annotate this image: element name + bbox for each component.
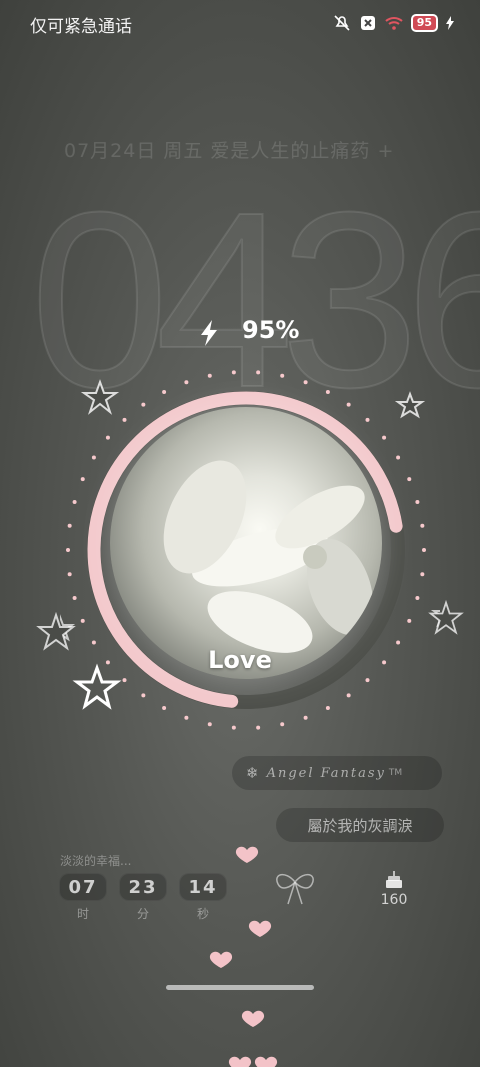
ring-dot [256,370,261,375]
ring-dot [420,572,425,577]
charging-icon [446,15,454,31]
ring-dot [207,722,212,727]
ring-dot [407,477,412,482]
heart-icon [254,1056,278,1067]
star-icon [80,379,120,415]
lyric-pill: 屬於我的灰調淚 [276,808,444,842]
status-icons: 95 [333,14,454,32]
floating-hearts [209,846,278,1067]
ring-dot [184,715,189,720]
ring-dot [365,417,370,422]
ring-dot [122,417,127,422]
ring-dot [80,618,85,623]
ring-dot [207,373,212,378]
ring-dot [66,548,70,552]
ring-dot [91,640,96,645]
wifi-icon [385,15,403,31]
ring-dot [72,499,77,504]
ring-dot [141,693,146,698]
flower-photo [110,407,382,679]
ring-dot [231,725,236,730]
ring-dot [122,678,127,683]
ring-dot [346,693,351,698]
ring-dot [325,706,330,711]
mute-icon [333,15,351,31]
charge-percent: 95% [242,316,300,344]
heart-icon [228,1056,252,1067]
tm-icon: TM [388,768,403,778]
battery-icon: 95 [410,14,438,32]
home-indicator[interactable] [166,985,314,990]
ring-dot [280,373,285,378]
ring-dot [80,477,85,482]
ring-dot [303,715,308,720]
heart-icon [235,846,259,863]
center-label: Love [208,646,272,674]
ring-dot [407,618,412,623]
ring-dot [67,572,72,577]
ring-dot [72,596,77,601]
ring-dot [396,640,401,645]
ring-dot [303,380,308,385]
angel-fantasy-badge: ❄ Angel Fantasy TM [232,756,442,790]
ring-dot [184,380,189,385]
angel-text: Angel Fantasy [266,765,386,781]
ring-dot [67,523,72,528]
heart-icon [209,951,233,968]
no-sim-icon [359,15,377,31]
ring-dot [422,548,426,552]
ring-dot [256,725,261,730]
ring-dot [420,523,425,528]
star-icon [428,600,464,635]
star-icon [394,391,426,419]
ring-dot [415,596,420,601]
ring-dot [396,455,401,460]
ring-dot [105,435,110,440]
carrier-status: 仅可紧急通话 [30,17,132,37]
ring-dot [141,402,146,407]
ring-dot [162,706,167,711]
ring-dot [162,389,167,394]
snowflake-icon: ❄ [246,764,259,782]
ring-dot [365,678,370,683]
ring-dot [91,455,96,460]
ring-dot [382,435,387,440]
ring-dot [280,722,285,727]
lightning-icon [196,318,224,348]
ring-dot [346,402,351,407]
ring-dot [325,389,330,394]
heart-icon [248,920,272,937]
heart-icon [241,1010,265,1027]
ring-dot [415,499,420,504]
ring-dot [231,370,236,375]
